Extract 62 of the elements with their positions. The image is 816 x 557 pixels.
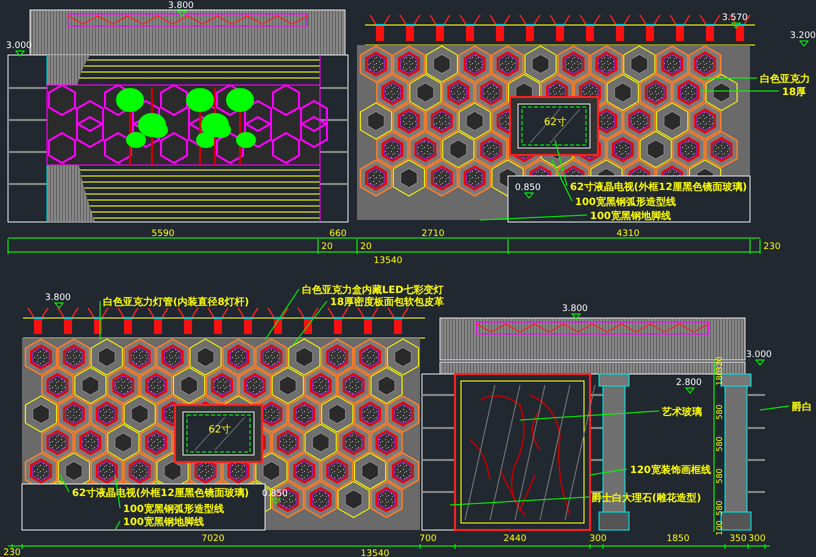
dimension-label: 230 <box>3 548 21 557</box>
dimension-label: 580 <box>715 468 724 484</box>
callout-label: 100宽黑钢弧形造型线 <box>575 197 676 208</box>
level-mark: 3.000 <box>746 350 772 360</box>
dimension-label: 1850 <box>666 534 690 544</box>
level-marker-icon <box>14 50 26 57</box>
level-mark: 3.800 <box>168 1 194 11</box>
level-marker-icon <box>524 192 534 199</box>
dimension-label: 580 <box>715 500 724 516</box>
callout-label: 100宽黑钢地脚线 <box>123 517 204 528</box>
dimension-label: 100 <box>715 520 724 536</box>
dimension-label: 230 <box>763 242 781 252</box>
level-marker-icon <box>176 10 188 17</box>
dimension-label: 20 <box>321 242 333 252</box>
level-marker-icon <box>754 360 766 366</box>
leader-line <box>292 300 328 346</box>
callout-label: 18厚 <box>782 87 806 98</box>
level-marker-icon <box>730 22 742 29</box>
dimension-label: 580 <box>715 404 724 420</box>
dimension-label: 580 <box>715 436 724 452</box>
level-marker-icon <box>798 40 810 47</box>
callout-label: 62寸液晶电视(外框12厘黑色镜面玻璃) <box>570 182 747 193</box>
tv-label: 62寸 <box>544 117 567 128</box>
callout-label: 白色亚克力 <box>760 74 810 85</box>
dimension-label: 300 <box>589 534 607 544</box>
level-marker-icon <box>270 498 282 505</box>
dimension-label: 180 <box>715 370 724 386</box>
level-marker-icon <box>684 388 696 394</box>
level-mark: 3.200 <box>790 31 816 41</box>
leader-line <box>590 468 628 476</box>
callout-label: 爵白 <box>792 402 812 413</box>
dimension-label: 320 <box>715 356 724 372</box>
callout-label: 18厚密度板面包软包皮革 <box>330 297 444 308</box>
leader-line <box>264 288 300 340</box>
dimension-label: 300 <box>748 534 766 544</box>
dimension-label: 350 <box>729 534 747 544</box>
dimension-label: 5590 <box>152 229 174 239</box>
leader-line <box>760 406 790 410</box>
callout-label: 100宽黑钢地脚线 <box>590 211 671 222</box>
level-mark: 0.850 <box>515 183 541 193</box>
level-marker-icon <box>54 302 64 309</box>
callout-label: 白色亚克力灯管(内装直径8灯杆) <box>103 297 250 308</box>
callout-label: 艺术玻璃 <box>662 407 702 418</box>
dimension-label: 2440 <box>504 534 526 544</box>
level-mark: 3.800 <box>562 304 588 314</box>
tv-label: 62寸 <box>208 424 232 436</box>
level-mark: 2.800 <box>676 378 702 388</box>
dimension-label: 13540 <box>374 256 402 266</box>
dimension-label: 7020 <box>202 534 224 544</box>
leader-line <box>60 474 70 492</box>
callout-label: 100宽黑钢弧形造型线 <box>123 504 224 515</box>
dimension-label: 20 <box>360 242 372 252</box>
callout-label: 120宽装饰画框线 <box>630 465 711 476</box>
dimension-label: 660 <box>329 229 347 239</box>
level-marker-icon <box>570 314 582 320</box>
callout-label: 白色亚克力盒内藏LED七彩变灯 <box>302 285 444 296</box>
leader-line <box>114 520 120 530</box>
dimension-label: 13540 <box>360 549 390 557</box>
level-mark: 3.800 <box>45 293 71 303</box>
dimension-label: 2710 <box>422 229 444 239</box>
dimension-label: 700 <box>419 534 437 544</box>
dimension-label: 4310 <box>616 229 640 239</box>
